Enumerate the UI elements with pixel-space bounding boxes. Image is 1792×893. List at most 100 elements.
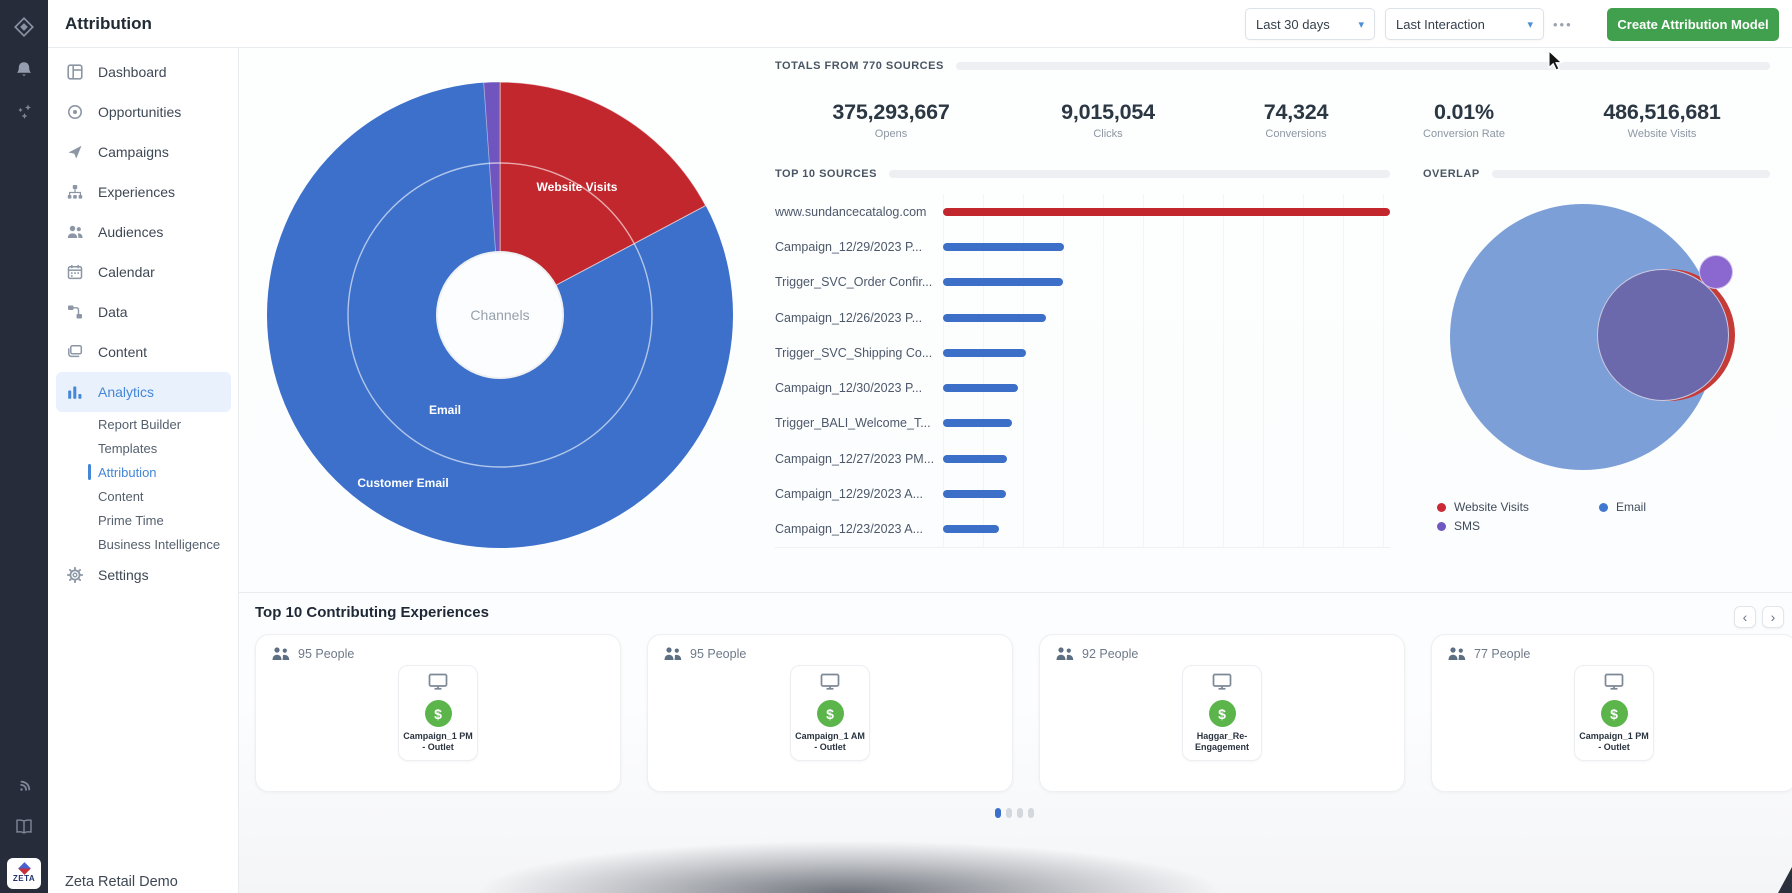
people-count: 95 People <box>272 647 354 661</box>
people-count-label: 77 People <box>1474 647 1530 661</box>
source-bar <box>943 314 1046 322</box>
conversion-dollar-icon: $ <box>425 700 452 727</box>
stat-label: Conversion Rate <box>1423 128 1505 140</box>
sidebar-item-analytics[interactable]: Analytics <box>56 372 231 412</box>
experience-node[interactable]: $ Campaign_1 AM - Outlet <box>790 665 870 761</box>
sidebar-item-settings[interactable]: Settings <box>56 555 231 595</box>
sidebar-item-label: Calendar <box>98 264 155 280</box>
notifications-bell-icon[interactable] <box>14 60 34 85</box>
source-row[interactable]: Campaign_12/29/2023 A... <box>775 476 1390 511</box>
experience-card[interactable]: 77 People $ Campaign_1 PM - Outlet <box>1431 634 1792 792</box>
legend-item-sms[interactable]: SMS <box>1437 519 1599 533</box>
subitem-label: Report Builder <box>98 417 181 432</box>
workspace-logo[interactable]: ZETA <box>7 858 41 889</box>
legend-dot <box>1437 522 1446 531</box>
venn-circle-sms[interactable] <box>1699 255 1733 289</box>
pagination-dot[interactable] <box>1028 808 1034 818</box>
people-icon <box>272 647 290 661</box>
sidebar-subitem-templates[interactable]: Templates <box>48 436 239 460</box>
sidebar-item-content[interactable]: Content <box>56 332 231 372</box>
target-icon <box>66 103 84 121</box>
create-attribution-model-button[interactable]: Create Attribution Model <box>1607 8 1779 41</box>
source-row[interactable]: www.sundancecatalog.com <box>775 194 1390 229</box>
experience-node[interactable]: $ Campaign_1 PM - Outlet <box>398 665 478 761</box>
stat-opens: 375,293,667 Opens <box>832 100 949 140</box>
experience-node[interactable]: $ Campaign_1 PM - Outlet <box>1574 665 1654 761</box>
sidebar-item-calendar[interactable]: Calendar <box>56 252 231 292</box>
sidebar-subitem-attribution[interactable]: Attribution <box>48 460 239 484</box>
source-label: Trigger_SVC_Order Confir... <box>775 275 943 289</box>
sidebar-item-label: Experiences <box>98 184 175 200</box>
legend-item-email[interactable]: Email <box>1599 500 1646 514</box>
legend-label: Email <box>1616 500 1646 514</box>
source-row[interactable]: Campaign_12/27/2023 PM... <box>775 441 1390 476</box>
sidebar-subitem-content[interactable]: Content <box>48 484 239 508</box>
monitor-icon <box>1212 673 1232 690</box>
docs-book-icon[interactable] <box>14 817 34 842</box>
experience-card[interactable]: 92 People $ Haggar_Re-Engagement <box>1039 634 1405 792</box>
pagination-dot[interactable] <box>1006 808 1012 818</box>
subitem-label: Prime Time <box>98 513 164 528</box>
venn-circle-overlap[interactable] <box>1597 269 1729 401</box>
monitor-icon <box>820 673 840 690</box>
attribution-model-dropdown[interactable]: Last Interaction ▾ <box>1385 8 1544 40</box>
experience-node[interactable]: $ Haggar_Re-Engagement <box>1182 665 1262 761</box>
date-range-dropdown[interactable]: Last 30 days ▾ <box>1245 8 1375 40</box>
workspace-name[interactable]: Zeta Retail Demo <box>65 874 178 890</box>
legend-dot <box>1437 503 1446 512</box>
content-stack-icon <box>66 343 84 361</box>
sidebar-item-opportunities[interactable]: Opportunities <box>56 92 231 132</box>
sidebar-item-dashboard[interactable]: Dashboard <box>56 52 231 92</box>
sidebar-item-label: Data <box>98 304 128 320</box>
carousel-next-button[interactable]: › <box>1762 606 1784 628</box>
people-count-label: 95 People <box>690 647 746 661</box>
people-count: 77 People <box>1448 647 1530 661</box>
source-bar <box>943 349 1026 357</box>
experience-name: Campaign_1 PM - Outlet <box>402 731 474 753</box>
carousel-pagination <box>995 808 1034 818</box>
source-row[interactable]: Campaign_12/29/2023 P... <box>775 229 1390 264</box>
zeta-logo-icon[interactable] <box>13 16 35 43</box>
monitor-icon <box>428 673 448 690</box>
people-count: 92 People <box>1056 647 1138 661</box>
stat-conversion-rate: 0.01% Conversion Rate <box>1423 100 1505 140</box>
experience-card[interactable]: 95 People $ Campaign_1 PM - Outlet <box>255 634 621 792</box>
stat-label: Clicks <box>1061 128 1155 140</box>
source-row[interactable]: Trigger_SVC_Order Confir... <box>775 265 1390 300</box>
source-row[interactable]: Campaign_12/30/2023 P... <box>775 370 1390 405</box>
sidebar-subitem-report-builder[interactable]: Report Builder <box>48 412 239 436</box>
sidebar-item-label: Content <box>98 344 147 360</box>
source-row[interactable]: Trigger_BALI_Welcome_T... <box>775 406 1390 441</box>
sidebar-subitem-prime-time[interactable]: Prime Time <box>48 508 239 532</box>
stat-value: 9,015,054 <box>1061 100 1155 125</box>
source-row[interactable]: Campaign_12/26/2023 P... <box>775 300 1390 335</box>
attribution-model-value: Last Interaction <box>1396 17 1485 32</box>
stat-label: Conversions <box>1264 128 1329 140</box>
sidebar-item-audiences[interactable]: Audiences <box>56 212 231 252</box>
bar-track <box>943 335 1390 370</box>
source-row[interactable]: Campaign_12/23/2023 A... <box>775 512 1390 547</box>
channels-sunburst-chart[interactable]: Website Visits Channels Email Customer E… <box>267 82 733 548</box>
subitem-label: Content <box>98 489 144 504</box>
more-options-icon[interactable]: ••• <box>1553 8 1573 40</box>
app-rail: ZETA <box>0 0 48 893</box>
signal-icon[interactable] <box>14 777 34 802</box>
experience-card[interactable]: 95 People $ Campaign_1 AM - Outlet <box>647 634 1013 792</box>
segment-label-email: Email <box>429 403 461 417</box>
overlap-header-label: OVERLAP <box>1423 168 1480 180</box>
sidebar-item-experiences[interactable]: Experiences <box>56 172 231 212</box>
top-sources-header-label: TOP 10 SOURCES <box>775 168 877 180</box>
stat-value: 375,293,667 <box>832 100 949 125</box>
source-row[interactable]: Trigger_SVC_Shipping Co... <box>775 335 1390 370</box>
pagination-dot[interactable] <box>1017 808 1023 818</box>
sidebar-item-data[interactable]: Data <box>56 292 231 332</box>
sidebar-item-campaigns[interactable]: Campaigns <box>56 132 231 172</box>
carousel-prev-button[interactable]: ‹ <box>1734 606 1756 628</box>
source-bar <box>943 490 1006 498</box>
sidebar-subitem-business-intelligence[interactable]: Business Intelligence <box>48 532 239 556</box>
people-count-label: 95 People <box>298 647 354 661</box>
legend-item-website-visits[interactable]: Website Visits <box>1437 500 1599 514</box>
pagination-dot[interactable] <box>995 808 1001 818</box>
sidebar-item-label: Dashboard <box>98 64 167 80</box>
ai-sparkles-icon[interactable] <box>15 102 33 125</box>
